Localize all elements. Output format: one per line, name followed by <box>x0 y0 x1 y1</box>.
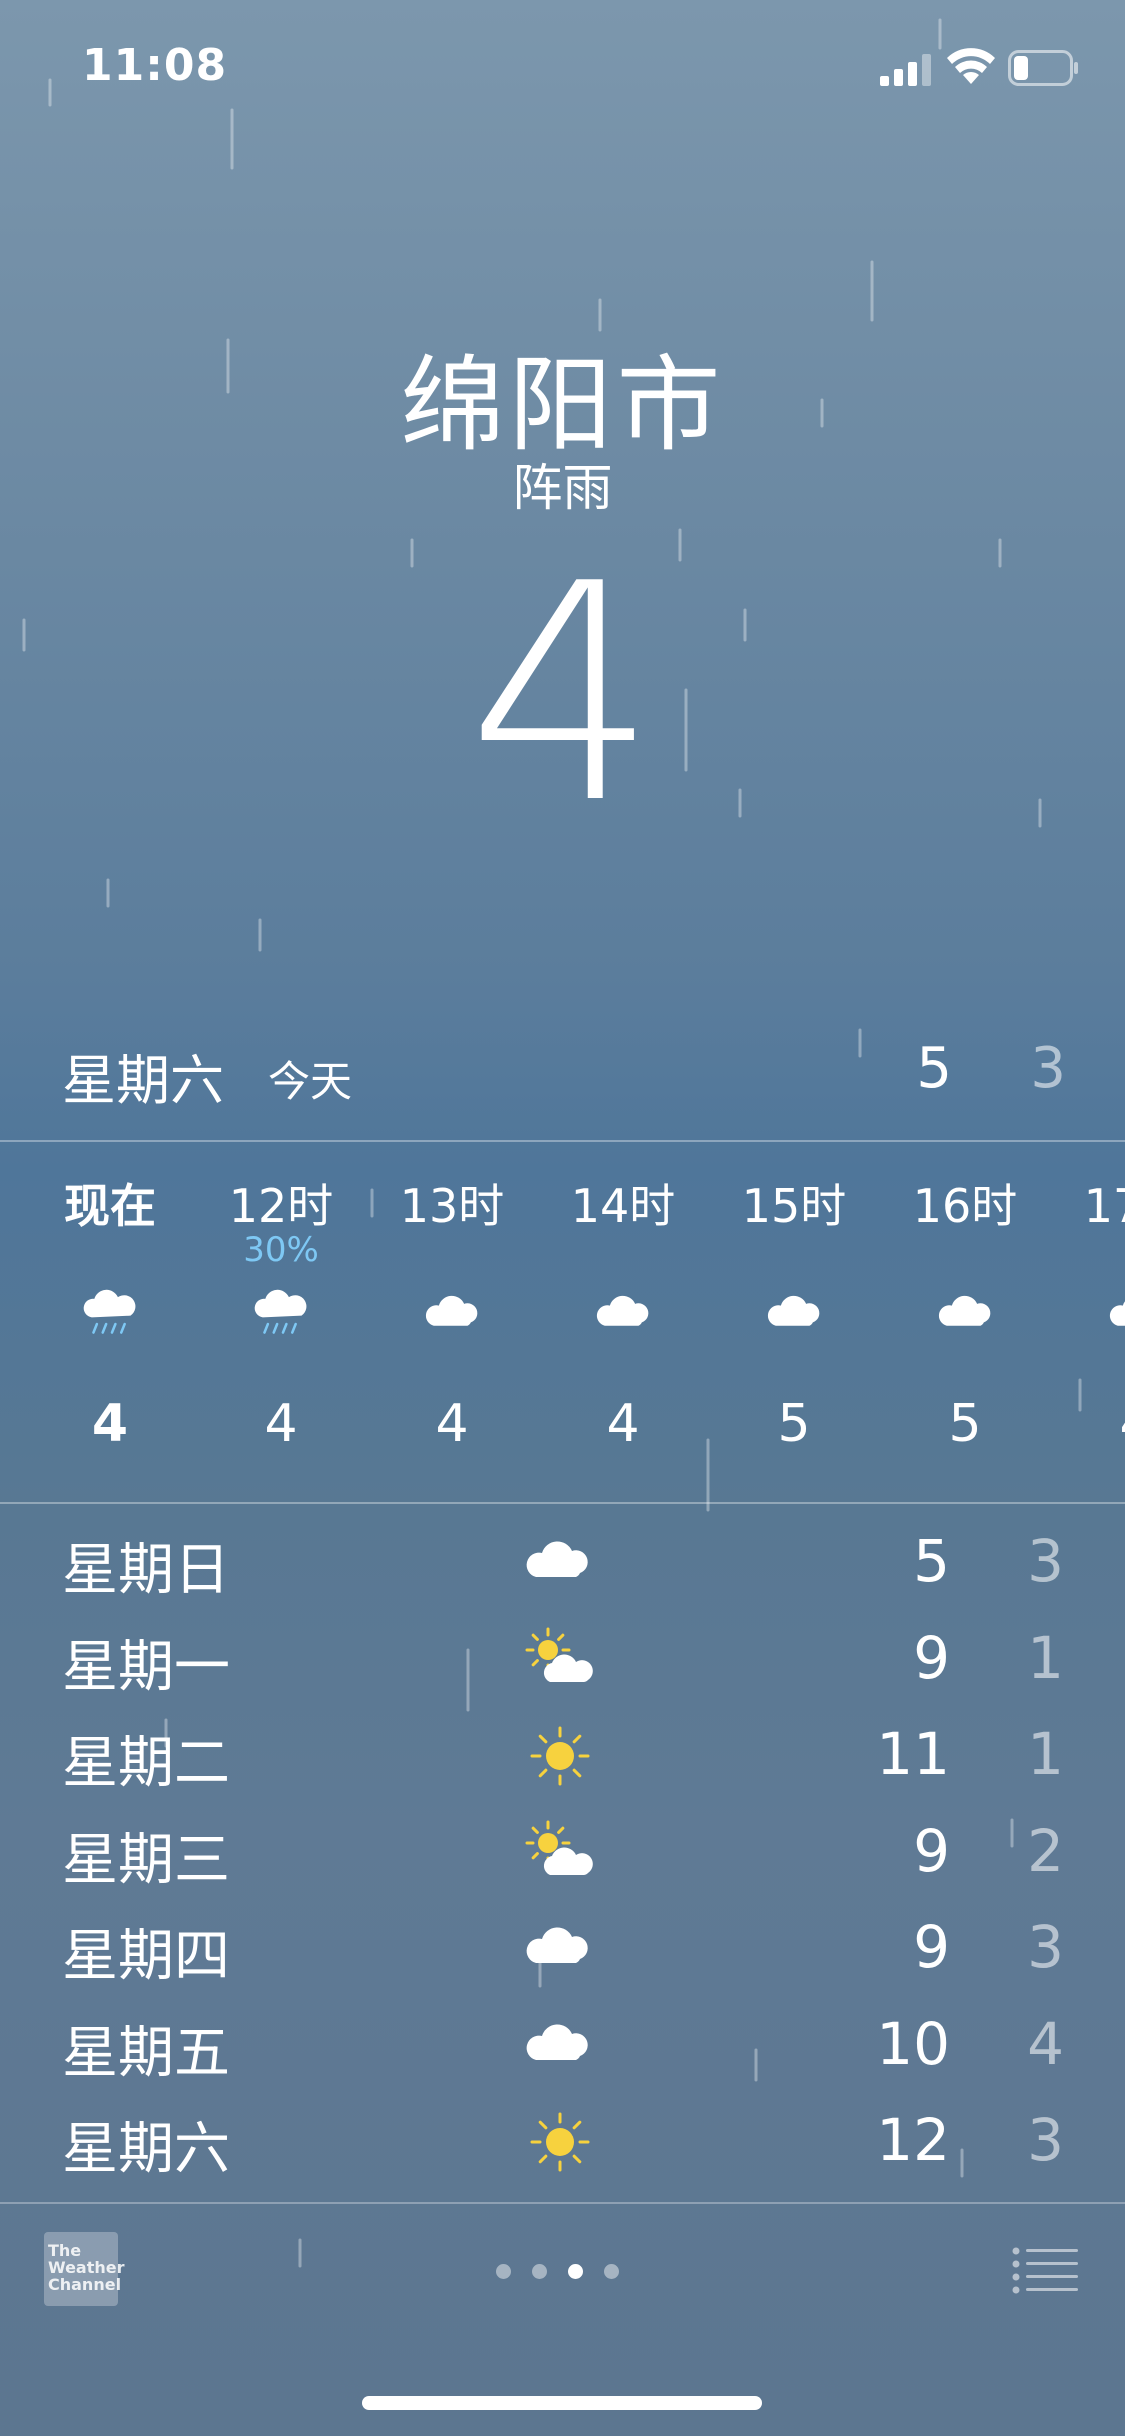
day-name: 星期一 <box>62 1634 230 1700</box>
hourly-item: 13时 4 <box>367 1142 537 1502</box>
cellular-signal-icon <box>880 54 931 86</box>
hour-label: 14时 <box>570 1179 676 1233</box>
hour-temperature: 4 <box>606 1394 640 1454</box>
hourly-item: 15时 5 <box>709 1142 879 1502</box>
today-summary-row: 星期六 今天 5 3 <box>0 1020 1125 1140</box>
daily-forecast-row: 星期五 10 4 <box>0 1998 1125 2094</box>
hourly-item: 16时 5 <box>880 1142 1050 1502</box>
battery-icon <box>1008 50 1078 86</box>
weather-channel-logo[interactable]: The Weather Channel <box>44 2232 125 2306</box>
sun-icon <box>522 2104 598 2180</box>
hourly-forecast-scroller[interactable]: 现在 4 12时30% 4 13时 4 14时 4 15时 5 16时 5 17时 4 <box>0 1142 1125 1502</box>
day-name: 星期五 <box>62 2020 230 2086</box>
hour-temperature: 4 <box>91 1394 129 1454</box>
cloud-icon <box>522 2008 598 2084</box>
partly-sunny-icon <box>522 1622 598 1698</box>
page-dot[interactable] <box>532 2264 547 2279</box>
hour-label: 现在 <box>64 1179 156 1233</box>
day-low-temp: 3 <box>1027 2106 1064 2174</box>
cloud-icon <box>764 1282 828 1346</box>
day-high-temp: 9 <box>913 1816 950 1885</box>
cloud-icon <box>522 1525 598 1601</box>
hour-temperature: 4 <box>435 1394 469 1454</box>
day-high-temp: 10 <box>876 2009 950 2078</box>
rain-cloud-icon <box>80 1282 144 1346</box>
hourly-item: 12时 30% 4 <box>196 1142 366 1502</box>
logo-text: Weather <box>48 2258 125 2277</box>
day-name: 星期四 <box>62 1924 230 1989</box>
cloud-icon <box>593 1282 657 1346</box>
page-dot[interactable] <box>496 2264 511 2279</box>
day-high-temp: 9 <box>913 1913 950 1981</box>
hour-temperature: 4 <box>1051 1394 1125 1454</box>
logo-text: Channel <box>48 2275 122 2294</box>
today-low-temp: 3 <box>1030 1036 1066 1101</box>
home-indicator[interactable] <box>362 2396 762 2410</box>
page-indicator[interactable] <box>496 2264 636 2284</box>
day-name: 星期六 <box>62 2117 230 2182</box>
current-temperature: 4 <box>467 520 658 869</box>
daily-forecast-row: 星期二 11 1 <box>0 1708 1125 1804</box>
cloud-icon <box>1106 1282 1125 1346</box>
rain-cloud-icon <box>251 1282 315 1346</box>
today-day-name: 星期六 <box>62 1049 224 1112</box>
logo-text: The <box>48 2241 82 2260</box>
day-low-temp: 1 <box>1027 1623 1064 1692</box>
daily-forecast-row: 星期三 9 2 <box>0 1805 1125 1901</box>
hour-temperature: 5 <box>948 1394 982 1454</box>
day-low-temp: 3 <box>1027 1527 1064 1595</box>
footer-bar: The Weather Channel <box>0 2202 1125 2342</box>
hour-label: 13时 <box>399 1179 505 1233</box>
hour-label: 16时 <box>912 1179 1018 1233</box>
hour-temperature: 4 <box>264 1394 298 1454</box>
daily-forecast-row: 星期日 5 3 <box>0 1515 1125 1611</box>
daily-forecast-row: 星期四 9 3 <box>0 1901 1125 1997</box>
hourly-item: 14时 4 <box>538 1142 708 1502</box>
day-high-temp: 12 <box>876 2106 950 2174</box>
day-low-temp: 3 <box>1027 1913 1064 1981</box>
status-time: 11:08 <box>82 40 228 91</box>
day-low-temp: 2 <box>1027 1816 1064 1885</box>
hour-label: 15时 <box>741 1179 847 1233</box>
hour-temperature: 5 <box>777 1394 811 1454</box>
hour-label: 12时 <box>228 1179 334 1233</box>
hourly-item: 17时 4 <box>1051 1142 1125 1502</box>
cloud-icon <box>422 1282 486 1346</box>
precipitation-chance: 30% <box>243 1230 319 1270</box>
day-name: 星期日 <box>62 1538 230 1603</box>
status-bar: 11:08 <box>0 0 1125 135</box>
day-high-temp: 11 <box>876 1720 950 1788</box>
day-high-temp: 5 <box>913 1527 950 1595</box>
cloud-icon <box>522 1911 598 1987</box>
divider <box>0 1502 1125 1504</box>
day-name: 星期三 <box>62 1827 230 1893</box>
day-name: 星期二 <box>62 1731 230 1796</box>
day-low-temp: 1 <box>1027 1720 1064 1788</box>
today-high-temp: 5 <box>916 1036 952 1101</box>
day-low-temp: 4 <box>1027 2009 1064 2078</box>
page-dot[interactable] <box>604 2264 619 2279</box>
today-label: 今天 <box>268 1057 353 1106</box>
day-high-temp: 9 <box>913 1623 950 1692</box>
wifi-icon <box>947 48 995 84</box>
sun-icon <box>522 1718 598 1794</box>
city-list-icon[interactable] <box>1012 2246 1078 2296</box>
hourly-item: 现在 4 <box>25 1142 195 1502</box>
cloud-icon <box>935 1282 999 1346</box>
hour-label: 17时 <box>1083 1179 1125 1233</box>
partly-sunny-icon <box>522 1815 598 1891</box>
weather-condition: 阵雨 <box>512 459 613 517</box>
daily-forecast-row: 星期六 12 3 <box>0 2094 1125 2190</box>
daily-forecast-row: 星期一 9 1 <box>0 1612 1125 1708</box>
page-dot[interactable] <box>568 2264 583 2279</box>
